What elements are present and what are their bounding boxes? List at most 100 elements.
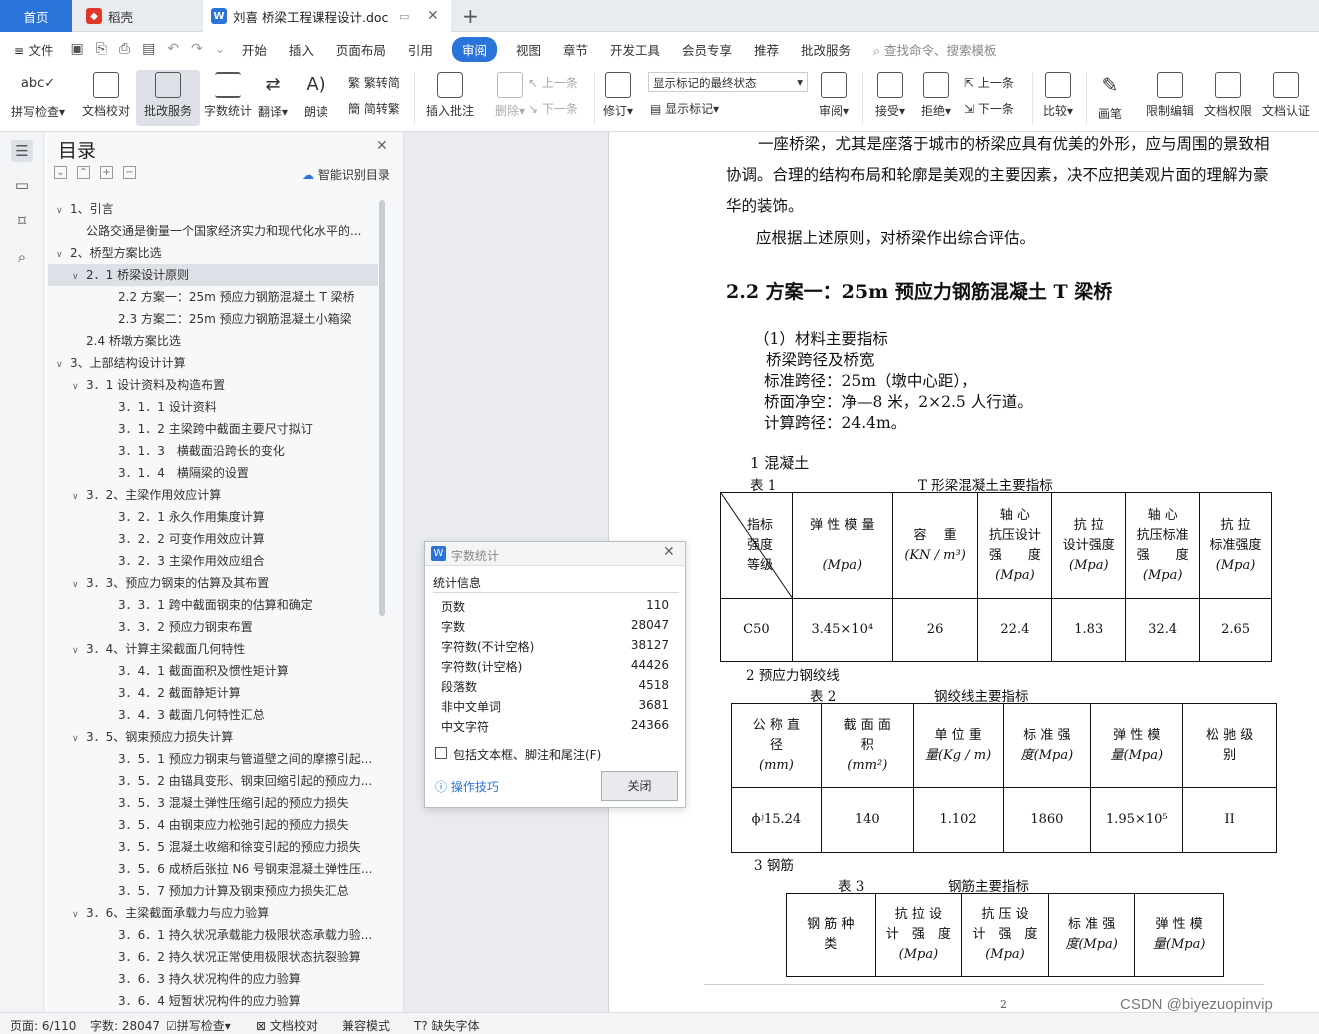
chevron-down-icon[interactable]: ∨: [72, 904, 86, 924]
menu-member[interactable]: 会员专享: [671, 40, 743, 59]
show-markup-button[interactable]: ▤ 显示标记▾: [650, 100, 719, 117]
page-indicator[interactable]: 页面: 6/110: [10, 1017, 76, 1034]
spellcheck-button[interactable]: abc✓ 拼写检查▾: [6, 70, 70, 126]
menu-chapter[interactable]: 章节: [552, 40, 599, 59]
toc-item[interactable]: ∨ 1、引言: [48, 198, 378, 220]
toc-item[interactable]: ∨ 3．5、钢束预应力损失计算: [48, 726, 378, 748]
nav-icon[interactable]: ▭: [11, 174, 33, 196]
toc-scrollbar[interactable]: [379, 200, 385, 616]
toc-item[interactable]: 3．5．3 混凝土弹性压缩引起的预应力损失: [48, 792, 378, 814]
chevron-down-icon[interactable]: ∨: [56, 354, 70, 374]
chevron-down-icon[interactable]: ∨: [72, 376, 86, 396]
menu-review[interactable]: 审阅: [451, 36, 497, 62]
read-aloud-button[interactable]: A) 朗读: [296, 70, 336, 126]
toc-item[interactable]: 3．5．2 由锚具变形、钢束回缩引起的预应力...: [48, 770, 378, 792]
menu-reference[interactable]: 引用: [397, 40, 444, 59]
toc-item[interactable]: 3．5．7 预加力计算及钢束预应力损失汇总: [48, 880, 378, 902]
next-comment-button[interactable]: ↘ 下一条: [528, 100, 578, 117]
menu-layout[interactable]: 页面布局: [325, 40, 397, 59]
toc-item[interactable]: 3．6．4 短暂状况构件的应力验算: [48, 990, 378, 1012]
toc-item[interactable]: 3．4．2 截面静矩计算: [48, 682, 378, 704]
insert-comment-button[interactable]: 插入批注: [418, 70, 482, 126]
expand-up-icon[interactable]: ⌃: [77, 166, 90, 179]
toc-item[interactable]: 3．6．1 持久状况承载能力极限状态承载力验...: [48, 924, 378, 946]
tips-link[interactable]: ⓘ 操作技巧: [435, 778, 499, 795]
toc-item[interactable]: 3．4．1 截面面积及惯性矩计算: [48, 660, 378, 682]
prev-change-button[interactable]: ⇱ 上一条: [964, 74, 1014, 91]
menu-file[interactable]: ≡ 文件: [0, 40, 64, 59]
pen-button[interactable]: ✎ 画笔: [1090, 70, 1130, 126]
print-icon[interactable]: ⎙: [113, 41, 136, 57]
toc-icon[interactable]: ☰: [11, 140, 33, 162]
dialog-titlebar[interactable]: W 字数统计 ✕: [425, 542, 685, 566]
toc-item[interactable]: ∨ 3．4、计算主梁截面几何特性: [48, 638, 378, 660]
spellcheck-status[interactable]: ☑拼写检查▾: [166, 1017, 231, 1034]
menu-correct[interactable]: 批改服务: [790, 40, 862, 59]
chevron-down-icon[interactable]: ∨: [72, 728, 86, 748]
accept-button[interactable]: 接受▾: [866, 70, 914, 126]
smart-toc-button[interactable]: ☁ 智能识别目录: [302, 166, 390, 183]
correct-service-button[interactable]: 批改服务: [136, 70, 200, 126]
toc-item[interactable]: 3．3．1 跨中截面钢束的估算和确定: [48, 594, 378, 616]
search-icon[interactable]: ⌕: [11, 246, 33, 268]
toc-item[interactable]: 2.3 方案二：25m 预应力钢筋混凝土小箱梁: [48, 308, 378, 330]
toc-item[interactable]: 3．5．5 混凝土收缩和徐变引起的预应力损失: [48, 836, 378, 858]
toc-item[interactable]: ∨ 3．3、预应力钢束的估算及其布置: [48, 572, 378, 594]
toc-item[interactable]: 3．5．4 由钢束应力松弛引起的预应力损失: [48, 814, 378, 836]
toc-item[interactable]: ∨ 3．6、主梁截面承载力与应力验算: [48, 902, 378, 924]
bookmark-icon[interactable]: ⌑: [11, 210, 33, 232]
toc-item[interactable]: 3．1．1 设计资料: [48, 396, 378, 418]
toc-item[interactable]: 3．2．1 永久作用集度计算: [48, 506, 378, 528]
add-icon[interactable]: +: [100, 166, 113, 179]
toc-item[interactable]: 3．2．3 主梁作用效应组合: [48, 550, 378, 572]
prev-comment-button[interactable]: ↖ 上一条: [528, 74, 578, 91]
restrict-edit-button[interactable]: 限制编辑: [1138, 70, 1202, 126]
toc-item[interactable]: 3．5．1 预应力钢束与管道壁之间的摩擦引起...: [48, 748, 378, 770]
toc-item[interactable]: 3．3．2 预应力钢束布置: [48, 616, 378, 638]
command-search[interactable]: ⌕ 查找命令、搜索模板: [862, 40, 1008, 59]
menu-view[interactable]: 视图: [505, 40, 552, 59]
chevron-down-icon[interactable]: ∨: [72, 486, 86, 506]
toc-item[interactable]: 3．2．2 可变作用效应计算: [48, 528, 378, 550]
markup-mode-select[interactable]: 显示标记的最终状态 ▾: [648, 72, 808, 92]
document-page[interactable]: 一座桥梁，尤其是座落于城市的桥梁应具有优美的外形，应与周围的景致相 协调。合理的…: [608, 132, 1319, 1013]
missing-font-status[interactable]: T? 缺失字体: [414, 1017, 480, 1034]
chevron-down-icon[interactable]: ∨: [56, 244, 70, 264]
tab-document[interactable]: W 刘喜 桥梁工程课程设计.doc ▭ ✕: [203, 0, 451, 32]
toc-item[interactable]: 公路交通是衡量一个国家经济实力和现代化水平的...: [48, 220, 378, 242]
close-button[interactable]: 关闭: [601, 771, 678, 801]
word-count-indicator[interactable]: 字数: 28047: [90, 1017, 160, 1034]
preview-icon[interactable]: ▤: [136, 41, 161, 57]
doc-check-button[interactable]: 文档校对: [74, 70, 138, 126]
toc-item[interactable]: ∨ 2．1 桥梁设计原则: [48, 264, 378, 286]
doc-check-status[interactable]: ⊠ 文档校对: [256, 1017, 318, 1034]
toc-item[interactable]: 3．5．6 成桥后张拉 N6 号钢束混凝土弹性压...: [48, 858, 378, 880]
simp-to-trad-button[interactable]: 簡 简转繁: [348, 100, 400, 117]
toc-item[interactable]: ∨ 3．1 设计资料及构造布置: [48, 374, 378, 396]
include-checkbox[interactable]: [435, 747, 447, 759]
menu-recommend[interactable]: 推荐: [743, 40, 790, 59]
new-tab-icon[interactable]: +: [462, 4, 479, 28]
trad-to-simp-button[interactable]: 繁 繁转简: [348, 74, 400, 91]
toc-item[interactable]: 3．6．3 持久状况构件的应力验算: [48, 968, 378, 990]
collapse-all-icon[interactable]: ⌄: [54, 166, 67, 179]
chevron-down-icon[interactable]: ∨: [72, 266, 86, 286]
remove-icon[interactable]: −: [123, 166, 136, 179]
compare-button[interactable]: 比较▾: [1034, 70, 1082, 126]
toc-item[interactable]: 3．1．3 横截面沿跨长的变化: [48, 440, 378, 462]
menu-devtools[interactable]: 开发工具: [599, 40, 671, 59]
toc-item[interactable]: 3．4．3 截面几何特性汇总: [48, 704, 378, 726]
review-pane-button[interactable]: 审阅▾: [810, 70, 858, 126]
chevron-down-icon[interactable]: ∨: [72, 574, 86, 594]
toc-item[interactable]: 3．1．4 横隔梁的设置: [48, 462, 378, 484]
doc-permission-button[interactable]: 文档权限: [1196, 70, 1260, 126]
close-icon[interactable]: ✕: [663, 544, 675, 560]
toc-item[interactable]: 3．1．2 主梁跨中截面主要尺寸拟订: [48, 418, 378, 440]
chevron-down-icon[interactable]: ∨: [56, 200, 70, 220]
chevron-down-icon[interactable]: ∨: [72, 640, 86, 660]
more-icon[interactable]: ⌄: [209, 42, 231, 56]
reject-button[interactable]: 拒绝▾: [912, 70, 960, 126]
revise-button[interactable]: 修订▾: [596, 70, 640, 126]
tab-home[interactable]: 首页: [0, 0, 72, 32]
toc-item[interactable]: 2.4 桥墩方案比选: [48, 330, 378, 352]
